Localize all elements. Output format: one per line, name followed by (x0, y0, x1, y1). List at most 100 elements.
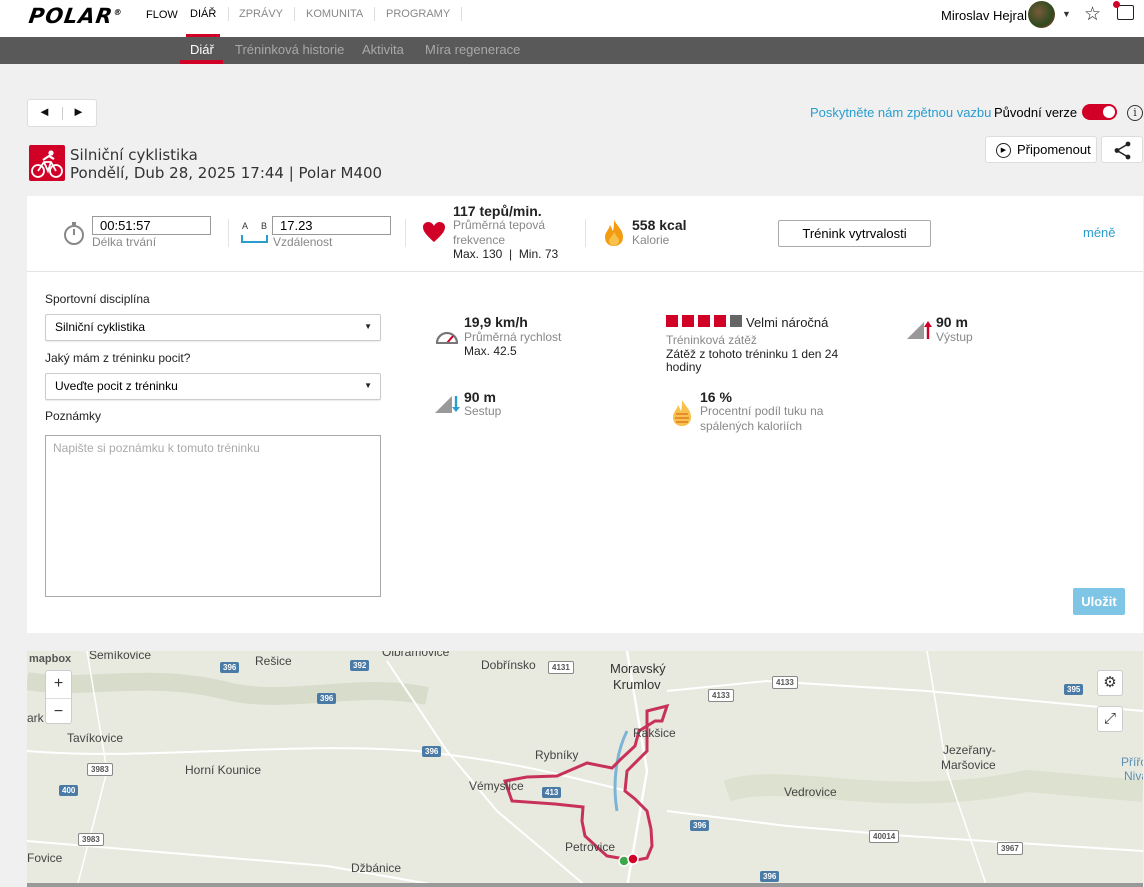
map-place: Dobřínsko (481, 658, 536, 672)
road-number: 3983 (78, 833, 104, 846)
distance-input[interactable]: 17.23 (272, 216, 391, 235)
avg-heart-rate-label-2: frekvence (453, 233, 506, 247)
avatar[interactable] (1028, 1, 1055, 28)
feeling-select[interactable]: Uveďte pocit z tréninku ▼ (45, 373, 381, 400)
map-place: Moravský (610, 661, 666, 676)
map-settings-button[interactable]: ⚙ (1097, 670, 1123, 696)
sub-navigation: Diář Tréninková historie Aktivita Míra r… (0, 37, 1144, 64)
road-number: 396 (317, 693, 337, 704)
calories-value: 558 kcal (632, 217, 687, 233)
tab-activity[interactable]: Aktivita (362, 42, 404, 57)
distance-icon: A B (241, 221, 268, 247)
flame-icon (604, 219, 624, 250)
previous-button[interactable]: ◄ (38, 104, 51, 119)
nav-divider (228, 7, 229, 21)
message-icon[interactable] (1113, 1, 1134, 20)
descent-icon (434, 394, 460, 417)
subnav-active-indicator (180, 60, 223, 64)
zoom-in-button[interactable]: + (46, 671, 71, 697)
map-place: ark (27, 711, 44, 725)
nav-diary[interactable]: DIÁŘ (190, 8, 216, 20)
mapbox-logo[interactable]: mapbox (29, 653, 71, 665)
road-number: 40014 (869, 830, 900, 843)
map-place: Přířo (1121, 755, 1143, 769)
star-icon[interactable]: ☆ (1084, 3, 1101, 26)
map-place: Jezeřany- (943, 743, 996, 757)
original-version-toggle[interactable] (1082, 104, 1117, 120)
chevron-down-icon[interactable]: ▼ (1062, 9, 1071, 19)
descent-label: Sestup (464, 404, 502, 418)
summary-divider (405, 219, 406, 247)
map-place: Rybníky (535, 748, 579, 762)
original-version-label: Původní verze (994, 105, 1078, 120)
map-place: Maršovice (941, 758, 996, 772)
feedback-link[interactable]: Poskytněte nám zpětnou vazbu (810, 105, 991, 120)
top-bar: POLAR® FLOW DIÁŘ ZPRÁVY KOMUNITA PROGRAM… (0, 0, 1144, 37)
road-number: 4133 (772, 676, 798, 689)
training-benefit-button[interactable]: Trénink vytrvalosti (778, 220, 931, 247)
sport-select[interactable]: Silniční cyklistika ▼ (45, 314, 381, 341)
map-place: Niva (1124, 769, 1143, 783)
feeling-select-value: Uveďte pocit z tréninku (55, 379, 178, 393)
notes-textarea[interactable]: Napište si poznámku k tomuto tréninku (45, 435, 381, 597)
zoom-out-button[interactable]: − (46, 698, 71, 724)
training-load-desc-1: Zátěž z tohoto tréninku 1 den 24 (666, 347, 839, 361)
user-name[interactable]: Miroslav Hejral (941, 8, 1027, 23)
nav-reports[interactable]: ZPRÁVY (239, 8, 283, 20)
training-load-label: Tréninková zátěž (666, 333, 757, 347)
road-number: 3983 (87, 763, 113, 776)
ascent-label: Výstup (936, 330, 973, 344)
remind-button[interactable]: ▶ Připomenout (985, 136, 1097, 163)
remind-button-label: Připomenout (1017, 142, 1091, 157)
road-number: 3967 (997, 842, 1023, 855)
training-load-level: Velmi náročná (746, 315, 829, 330)
next-button[interactable]: ► (72, 104, 85, 119)
nav-programs[interactable]: PROGRAMY (386, 8, 450, 20)
nav-community[interactable]: KOMUNITA (306, 8, 363, 20)
map-place: Rakšice (633, 726, 676, 740)
training-load-bar (698, 315, 710, 327)
fat-percentage-label-1: Procentní podíl tuku na (700, 404, 824, 418)
road-number: 396 (760, 871, 780, 882)
share-icon (1114, 141, 1131, 160)
feeling-field-label: Jaký mám z tréninku pocit? (45, 351, 191, 365)
map-place: Krumlov (613, 677, 661, 692)
road-number: 400 (59, 785, 79, 796)
show-less-link[interactable]: méně (1083, 225, 1116, 240)
nav-flow[interactable]: FLOW (146, 9, 178, 21)
notification-dot (1113, 1, 1120, 8)
save-button[interactable]: Uložit (1073, 588, 1125, 615)
info-icon[interactable]: i (1127, 105, 1143, 121)
fullscreen-button[interactable]: ⤢ (1097, 706, 1123, 732)
chevron-down-icon: ▼ (364, 322, 372, 331)
map-place: Olbramovice (382, 651, 450, 659)
duration-label: Délka trvání (92, 235, 157, 249)
tab-training-history[interactable]: Tréninková historie (235, 42, 344, 57)
road-cycling-icon (29, 145, 65, 181)
play-icon: ▶ (996, 143, 1011, 158)
ruler-icon (241, 235, 268, 243)
heart-rate-max-min: Max. 130 | Min. 73 (453, 247, 559, 261)
route-map[interactable]: mapbox + − ⚙ ⤢ Šemíkovice Rešice Olbramo… (27, 651, 1143, 887)
polar-logo[interactable]: POLAR® (27, 4, 123, 28)
session-datetime: Pondělí, Dub 28, 2025 17:44 | Polar M400 (70, 164, 383, 182)
road-number: 395 (1064, 684, 1084, 695)
stopwatch-icon (61, 220, 87, 249)
training-load-desc-2: hodiny (666, 360, 702, 374)
duration-input[interactable]: 00:51:57 (92, 216, 211, 235)
zoom-control: + − (45, 670, 72, 724)
tab-diary[interactable]: Diář (190, 42, 214, 57)
share-button[interactable] (1101, 136, 1143, 163)
nav-divider (294, 7, 295, 21)
point-a-label: A (242, 221, 249, 231)
road-number: 392 (350, 660, 370, 671)
heart-icon (422, 221, 446, 246)
tab-recovery[interactable]: Míra regenerace (425, 42, 520, 57)
fat-percentage-label-2: spálených kaloriích (700, 419, 803, 433)
training-load-bar (730, 315, 742, 327)
training-load-bar (666, 315, 678, 327)
distance-label: Vzdálenost (273, 235, 333, 249)
road-number: 4133 (708, 689, 734, 702)
map-place: Rešice (255, 654, 292, 668)
training-load-bar (714, 315, 726, 327)
